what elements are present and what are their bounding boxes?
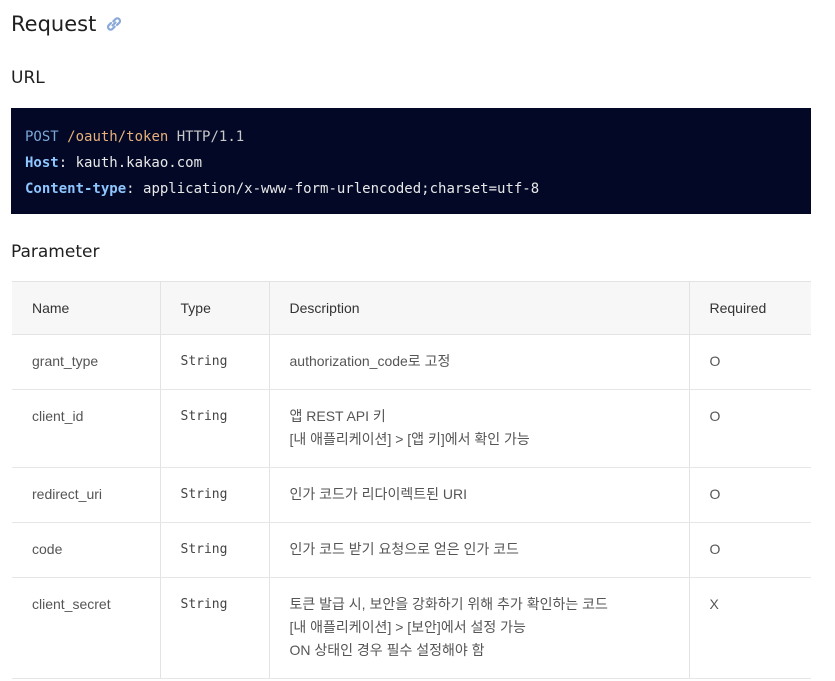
param-name: client_id	[12, 389, 160, 468]
table-row: redirect_uri String 인가 코드가 리다이렉트된 URI O	[12, 467, 811, 523]
param-required: O	[688, 522, 811, 578]
http-protocol: HTTP/1.1	[176, 129, 245, 145]
param-description: 인가 코드 받기 요청으로 얻은 인가 코드	[268, 522, 689, 578]
request-code-block: POST /oauth/token HTTP/1.1 Host: kauth.k…	[11, 108, 811, 214]
param-type: String	[159, 389, 269, 468]
url-heading: URL	[11, 68, 45, 88]
api-doc-page: Request URL POST /oauth/token HTTP/1.1 H…	[0, 0, 835, 681]
param-required: X	[688, 577, 811, 679]
param-name: client_secret	[12, 577, 160, 679]
content-type-key: Content-type	[25, 181, 127, 197]
param-type: String	[159, 577, 269, 679]
description-line: [내 애플리케이션] > [앱 키]에서 확인 가능	[289, 431, 530, 447]
table-row: code String 인가 코드 받기 요청으로 얻은 인가 코드 O	[12, 522, 811, 578]
http-method: POST	[25, 129, 59, 145]
request-line: POST /oauth/token HTTP/1.1	[25, 124, 797, 150]
param-name: grant_type	[12, 334, 160, 390]
param-type: String	[159, 467, 269, 523]
description-line: ON 상태인 경우 필수 설정해야 함	[289, 642, 485, 658]
column-header-name: Name	[12, 281, 160, 335]
host-line: Host: kauth.kakao.com	[25, 155, 203, 171]
param-required: O	[688, 389, 811, 468]
param-type: String	[159, 522, 269, 578]
request-title: Request	[11, 12, 97, 36]
description-line: [내 애플리케이션] > [보안]에서 설정 가능	[289, 619, 526, 635]
param-type: String	[159, 334, 269, 390]
param-description: 토큰 발급 시, 보안을 강화하기 위해 추가 확인하는 코드 [내 애플리케이…	[268, 577, 689, 679]
request-path: /oauth/token	[67, 129, 169, 145]
content-type-value: application/x-www-form-urlencoded;charse…	[143, 181, 540, 197]
description-line: 토큰 발급 시, 보안을 강화하기 위해 추가 확인하는 코드	[289, 596, 608, 612]
content-type-line: Content-type: application/x-www-form-url…	[25, 181, 540, 197]
table-header-row: Name Type Description Required	[12, 281, 811, 335]
param-name: code	[12, 522, 160, 578]
param-required: O	[688, 334, 811, 390]
host-key: Host	[25, 155, 59, 171]
description-line: authorization_code로 고정	[289, 353, 451, 369]
column-header-description: Description	[268, 281, 689, 335]
table-row: grant_type String authorization_code로 고정…	[12, 334, 811, 390]
column-header-required: Required	[688, 281, 811, 335]
param-description: 앱 REST API 키 [내 애플리케이션] > [앱 키]에서 확인 가능	[268, 389, 689, 468]
column-header-type: Type	[159, 281, 269, 335]
description-line: 인가 코드 받기 요청으로 얻은 인가 코드	[289, 541, 519, 557]
table-row: client_secret String 토큰 발급 시, 보안을 강화하기 위…	[12, 577, 811, 679]
param-description: 인가 코드가 리다이렉트된 URI	[268, 467, 689, 523]
link-icon[interactable]	[104, 14, 124, 34]
param-name: redirect_uri	[12, 467, 160, 523]
host-value: kauth.kakao.com	[75, 155, 203, 171]
param-description: authorization_code로 고정	[268, 334, 689, 390]
request-heading: Request	[11, 12, 124, 36]
parameter-heading: Parameter	[11, 242, 100, 262]
description-line: 앱 REST API 키	[289, 408, 386, 424]
parameter-table: Name Type Description Required grant_typ…	[12, 281, 811, 679]
table-row: client_id String 앱 REST API 키 [내 애플리케이션]…	[12, 389, 811, 468]
description-line: 인가 코드가 리다이렉트된 URI	[289, 486, 467, 502]
param-required: O	[688, 467, 811, 523]
